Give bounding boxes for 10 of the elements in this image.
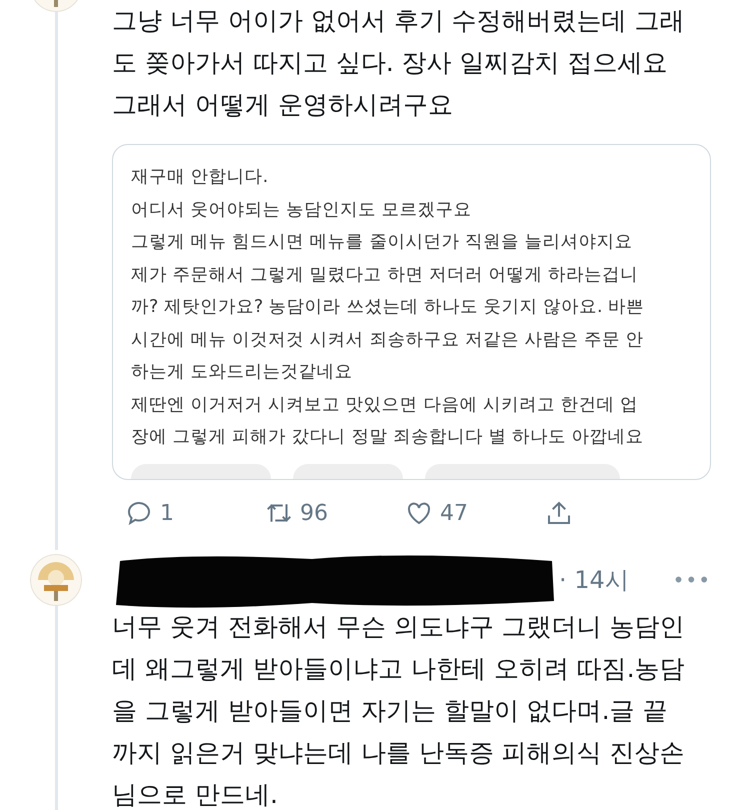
more-button[interactable]: ••• <box>672 568 711 592</box>
timestamp: · 14시 <box>559 565 629 596</box>
reply-button[interactable]: 1 <box>124 498 264 528</box>
avatar[interactable] <box>30 554 82 606</box>
quoted-card[interactable] <box>112 144 711 480</box>
retweet-button[interactable]: 96 <box>264 498 404 528</box>
like-button[interactable]: 47 <box>404 498 544 528</box>
tweet-text: 그냥 너무 어이가 없어서 후기 수정해버렸는데 그래 도 쫒아가서 따지고 싶다. 장사 일찌감치 접으세요 그래서 어떻게 운영하시려구요 <box>112 5 686 121</box>
tweet-text: 너무 웃겨 전화해서 무슨 의도냐구 그랬더니 농담인 데 왜그렇게 받아들이냐고 나한테 오히려 따짐.농담 을 그렇게 받아들이면 자기는 할말이 없다며.글 끝 까지 읽은거 맞냐는데 나를 난독증 피해의식 진상손 님으로 만드네. <box>112 611 686 810</box>
quoted-text: 재구매 안합니다. 어디서 웃어야되는 농담인지도 모르겠구요 그렇게 메뉴 힘드시면 메뉴를 줄이시던가 직원을 늘리셔야지요 제가 주문해서 그렇게 밀렸다고 하면 저더러 어떻게 하라는겁니 까? 제탓인가요? 농담이라 쓰셨는데 하나도 웃기지 않아요. 바쁜 시간에 메뉴 이것저것 시켜서 죄송하구요 저같은 사람은 주문 안 하는게 도와드리는것같네요 제딴엔 이거저거 시켜보고 맛있으면 다음에 시키려고 한건데 업 장에 그렇게 피해가 갔다니 정말 죄송합니다 별 하나도 아깝네요 <box>131 166 646 449</box>
